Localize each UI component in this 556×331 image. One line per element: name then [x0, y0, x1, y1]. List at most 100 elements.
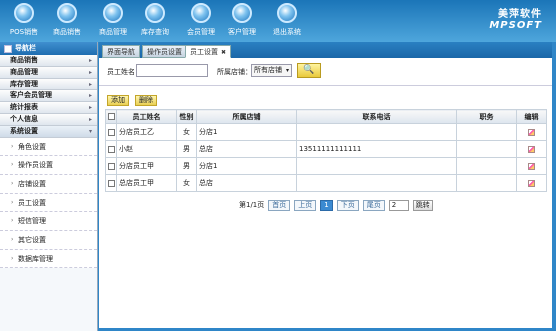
tab-operator-settings[interactable]: 操作员设置 [142, 45, 187, 58]
pagination: 第1/1页 首页 上页 1 下页 尾页 2 跳转 [239, 199, 433, 211]
sidebar-item-label: 商品销售 [10, 56, 38, 64]
sidebar-subitem-employee-settings[interactable]: › 员工设置 [0, 193, 97, 213]
column-header[interactable]: 联系电话 [296, 109, 457, 124]
sidebar-subitem-operator-settings[interactable]: › 操作员设置 [0, 156, 97, 175]
row-select-cell[interactable] [105, 123, 117, 141]
sidebar-item-reports[interactable]: 统计报表 ▸ [0, 102, 97, 114]
sidebar-item-system-settings[interactable]: 系统设置 ▾ [0, 125, 97, 138]
table-row: 总店员工甲 女 总店 [105, 174, 547, 192]
row-checkbox[interactable] [108, 128, 115, 136]
edit-cell[interactable] [516, 123, 547, 141]
row-select-cell[interactable] [105, 140, 117, 158]
stock-query-button[interactable]: 库存查询 [135, 3, 175, 39]
goods-management-label: 商品管理 [99, 28, 127, 36]
next-page-button[interactable]: 下页 [336, 199, 359, 211]
customer-management-label: 客户管理 [228, 28, 256, 36]
goods-sales-button[interactable]: 商品销售 [47, 3, 87, 39]
sidebar-item-label: 客户会员管理 [10, 91, 52, 100]
store-cell: 总店 [196, 140, 297, 158]
brand-logo: 美萍软件 MPSOFT [489, 5, 542, 31]
sidebar-item-personal-info[interactable]: 个人信息 ▸ [0, 113, 97, 126]
store-select[interactable]: 所有店铺 ▾ [251, 64, 292, 77]
sidebar-subitem-label: 操作员设置 [18, 161, 53, 170]
member-management-label: 会员管理 [187, 28, 215, 36]
chevron-right-icon: ▸ [88, 92, 92, 100]
sidebar-item-stock-management[interactable]: 库存管理 ▸ [0, 78, 97, 91]
store-select-value: 所有店铺 [254, 66, 282, 74]
page-jump-button[interactable]: 跳转 [412, 199, 433, 211]
edit-icon[interactable] [528, 162, 535, 170]
search-icon: 🔍 [303, 65, 315, 75]
edit-icon[interactable] [528, 128, 535, 136]
chevron-down-icon: ▾ [88, 127, 92, 135]
phone-cell: 13511111111111 [296, 140, 457, 158]
edit-cell[interactable] [516, 157, 547, 175]
sidebar-subitem-label: 角色设置 [18, 142, 46, 151]
column-header[interactable]: 员工姓名 [116, 109, 177, 124]
sidebar-subitem-label: 员工设置 [18, 198, 46, 207]
row-checkbox[interactable] [108, 145, 115, 153]
nav-icon [4, 44, 12, 53]
employee-name-input[interactable] [136, 64, 208, 77]
edit-icon[interactable] [528, 179, 535, 187]
chevron-right-icon: ▸ [88, 104, 92, 112]
current-page-button[interactable]: 1 [320, 199, 333, 211]
tab-employee-settings[interactable]: 员工设置 ✖ [185, 45, 232, 58]
sidebar-subitem-label: 其它设置 [18, 236, 46, 245]
gender-cell: 男 [176, 157, 197, 175]
member-management-button[interactable]: 会员管理 [181, 3, 221, 39]
close-icon[interactable]: ✖ [221, 49, 226, 56]
sidebar-title: 导航栏 [15, 44, 36, 52]
phone-cell [296, 123, 457, 141]
prev-page-button[interactable]: 上页 [294, 199, 317, 211]
last-page-button[interactable]: 尾页 [362, 199, 385, 211]
edit-cell[interactable] [516, 174, 547, 192]
edit-cell[interactable] [516, 140, 547, 158]
chevron-right-icon: ▸ [88, 57, 92, 64]
pos-sales-button[interactable]: POS销售 [4, 3, 44, 39]
bullet-icon: › [11, 198, 14, 206]
sidebar-item-goods-sales[interactable]: 商品销售 ▸ [0, 55, 97, 67]
edit-icon[interactable] [528, 145, 535, 153]
column-header[interactable]: 性别 [176, 109, 197, 124]
pos-icon [14, 3, 34, 23]
select-all-checkbox[interactable] [108, 113, 115, 120]
search-button[interactable]: 🔍 [297, 63, 321, 78]
exit-icon [277, 3, 297, 23]
add-button[interactable]: 添加 [107, 95, 129, 106]
chevron-down-icon: ▾ [285, 67, 289, 74]
row-select-cell[interactable] [105, 174, 117, 192]
brand-name-cn: 美萍软件 [498, 9, 542, 20]
column-header[interactable]: 所属店铺 [196, 109, 297, 124]
customer-management-button[interactable]: 客户管理 [222, 3, 262, 39]
sidebar-item-label: 系统设置 [10, 126, 38, 135]
exit-system-button[interactable]: 退出系统 [267, 3, 307, 39]
sidebar-subitem-database-management[interactable]: › 数据库管理 [0, 249, 97, 269]
phone-cell [296, 157, 457, 175]
customer-icon [232, 3, 252, 23]
column-header[interactable]: 职务 [456, 109, 517, 124]
tab-interface-navigation[interactable]: 界面导航 [102, 45, 140, 58]
store-label: 所属店铺： [217, 68, 252, 76]
gender-cell: 女 [176, 174, 197, 192]
page-jump-input[interactable]: 2 [388, 199, 409, 211]
row-checkbox[interactable] [108, 162, 115, 170]
sidebar-subitem-role-settings[interactable]: › 角色设置 [0, 137, 97, 157]
goods-management-button[interactable]: 商品管理 [93, 3, 133, 39]
goods-sales-label: 商品销售 [53, 28, 81, 36]
sidebar-item-goods-management[interactable]: 商品管理 ▸ [0, 66, 97, 79]
sidebar-subitem-other-settings[interactable]: › 其它设置 [0, 231, 97, 250]
row-select-cell[interactable] [105, 157, 117, 175]
sidebar-subitem-store-settings[interactable]: › 店铺设置 [0, 174, 97, 194]
bullet-icon: › [11, 179, 14, 187]
first-page-button[interactable]: 首页 [268, 199, 291, 211]
sidebar-item-customer-member[interactable]: 客户会员管理 ▸ [0, 90, 97, 103]
sidebar-subitem-sms-management[interactable]: › 短信管理 [0, 212, 97, 232]
row-checkbox[interactable] [108, 179, 115, 187]
table-row: 分店员工乙 女 分店1 [105, 123, 547, 141]
delete-button[interactable]: 删除 [135, 95, 157, 106]
sidebar-subitem-label: 短信管理 [18, 217, 46, 226]
select-all-cell[interactable] [105, 109, 117, 124]
table-header-row: 员工姓名 性别 所属店铺 联系电话 职务 编辑 [105, 109, 547, 124]
top-toolbar: POS销售 商品销售 商品管理 库存查询 会员管理 客户管理 退出系统 美萍软件… [0, 0, 556, 42]
